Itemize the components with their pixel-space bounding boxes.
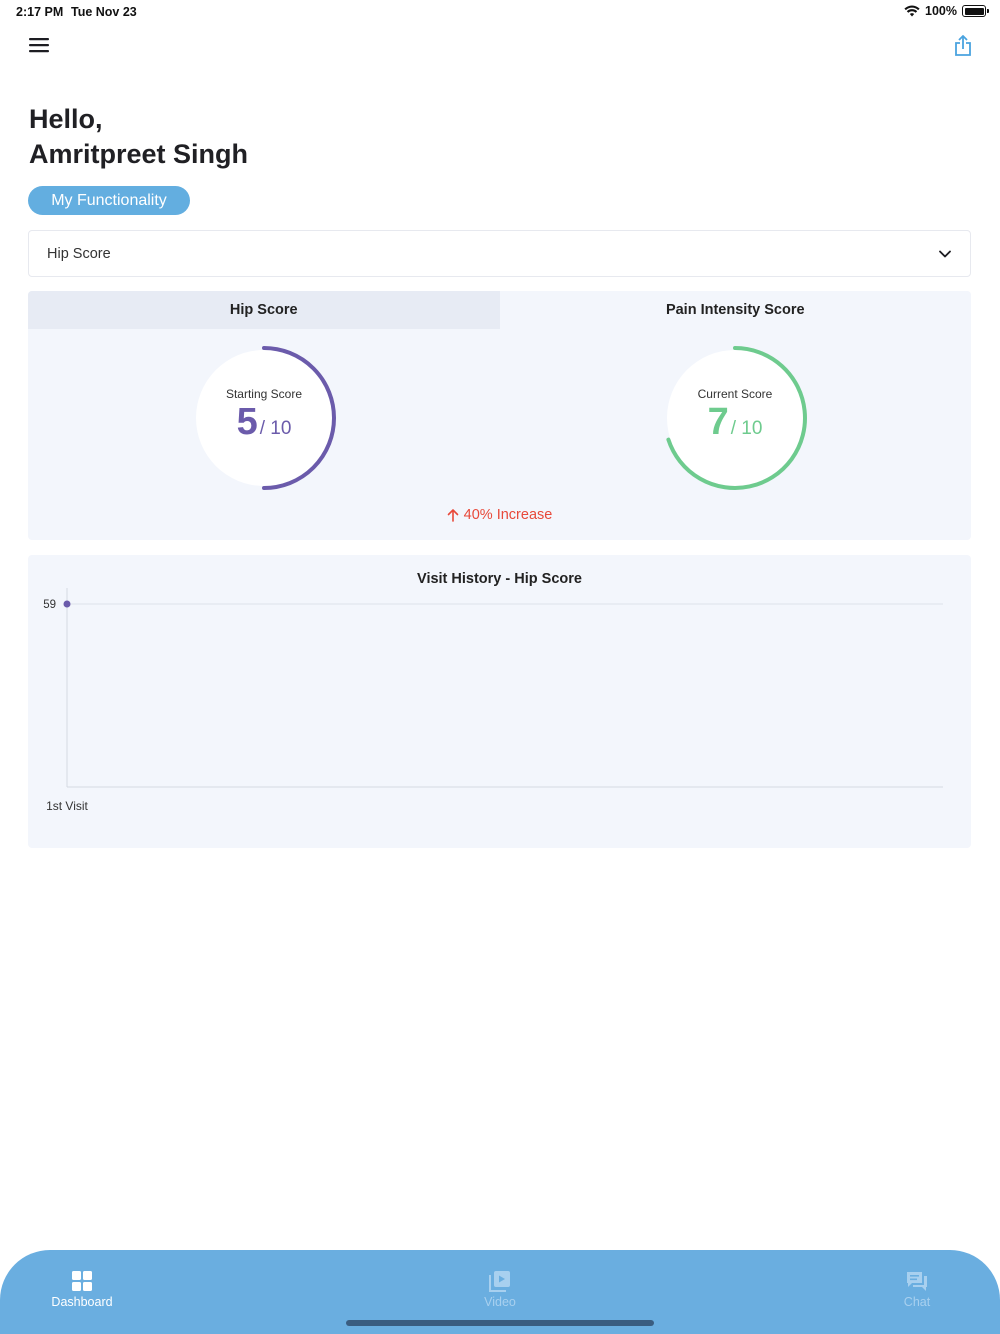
starting-score-label: Starting Score (225, 386, 303, 401)
score-card: Hip Score Pain Intensity Score Starting … (28, 291, 971, 540)
x-tick-label: 1st Visit (46, 799, 88, 813)
my-functionality-pill[interactable]: My Functionality (28, 186, 190, 215)
home-indicator (346, 1320, 654, 1326)
arrow-up-icon (447, 509, 458, 522)
share-button[interactable] (952, 34, 974, 58)
starting-score-max: / 10 (259, 417, 292, 439)
current-score-gauge: Current Score 7 / 10 (662, 345, 808, 491)
visit-history-chart: 59 1st Visit (43, 588, 943, 813)
nav-video-label: Video (484, 1295, 516, 1309)
status-bar: 2:17 PM Tue Nov 23 100% (0, 0, 1000, 24)
wifi-icon (904, 5, 920, 17)
y-tick-label: 59 (43, 599, 56, 611)
nav-dashboard-label: Dashboard (51, 1295, 113, 1309)
nav-dashboard[interactable]: Dashboard (22, 1270, 142, 1309)
user-name: Amritpreet Singh (29, 139, 249, 169)
greeting: Hello, Amritpreet Singh (29, 102, 248, 172)
score-change-text: 40% Increase (463, 507, 553, 523)
chevron-down-icon (939, 250, 951, 258)
battery-icon (962, 5, 989, 17)
visit-history-card: Visit History - Hip Score 59 1st Visit (28, 555, 971, 848)
nav-video[interactable]: Video (440, 1270, 560, 1309)
share-icon (955, 35, 971, 56)
score-type-dropdown[interactable]: Hip Score (28, 230, 971, 277)
status-date: Tue Nov 23 (71, 5, 137, 19)
hamburger-icon (29, 38, 49, 53)
tab-pain-intensity-score[interactable]: Pain Intensity Score (499, 291, 971, 329)
dropdown-value: Hip Score (47, 245, 111, 262)
current-score-max: / 10 (730, 417, 763, 439)
status-indicators: 100% (904, 4, 989, 18)
chat-icon (907, 1272, 927, 1291)
menu-button[interactable] (27, 36, 51, 56)
status-time: 2:17 PM (16, 5, 64, 19)
video-icon (489, 1271, 510, 1292)
battery-percent: 100% (925, 4, 957, 18)
score-change: 40% Increase (28, 507, 971, 523)
nav-chat-label: Chat (903, 1295, 931, 1309)
nav-chat[interactable]: Chat (857, 1270, 977, 1309)
starting-score-gauge: Starting Score 5 / 10 (191, 345, 337, 491)
greeting-line-1: Hello, (29, 104, 103, 134)
current-score-value: 7 (707, 400, 729, 443)
current-score-label: Current Score (697, 386, 773, 401)
data-point (63, 600, 71, 608)
starting-score-value: 5 (236, 400, 258, 443)
tab-hip-score[interactable]: Hip Score (28, 291, 500, 329)
dashboard-icon (72, 1271, 92, 1291)
